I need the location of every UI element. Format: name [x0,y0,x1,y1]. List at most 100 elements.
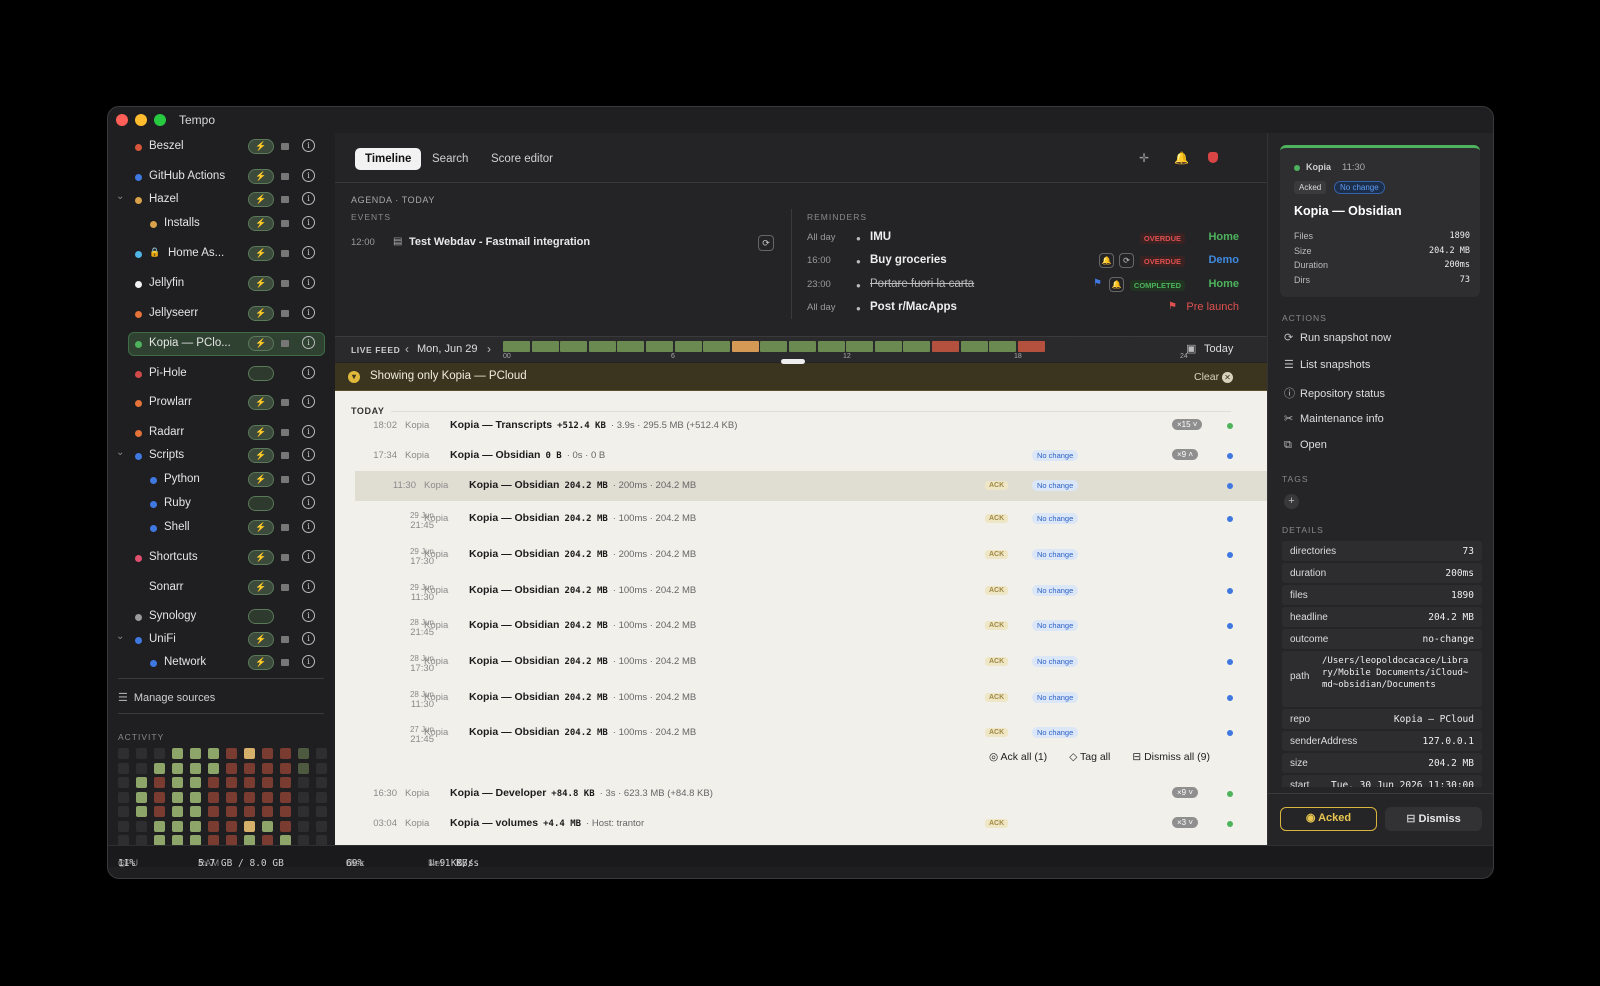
hour-bar[interactable] [531,341,559,352]
group-count-badge[interactable]: ×15 ˅ [1172,419,1203,430]
run-toggle[interactable]: ⚡ [248,472,274,487]
run-toggle[interactable] [248,609,274,624]
run-toggle[interactable]: ⚡ [248,580,274,595]
run-toggle[interactable]: ⚡ [248,246,274,261]
info-icon[interactable]: i [302,580,315,593]
hour-bar[interactable] [674,341,702,352]
run-toggle[interactable]: ⚡ [248,306,274,321]
feed-row[interactable]: 18:02 Kopia Kopia — Transcripts +512.4 KB · … [335,411,1267,441]
info-icon[interactable]: i [302,216,315,229]
sidebar-item-radarr[interactable]: Radarr ⚡ i [108,421,334,445]
run-toggle[interactable]: ⚡ [248,448,274,463]
sidebar-item-synology[interactable]: Synology i [108,605,334,629]
hour-bar[interactable] [903,341,931,352]
run-toggle[interactable]: ⚡ [248,169,274,184]
reminder-item[interactable]: 23:00 ● Portare fuori la carta Home COMPLETE… [807,276,1267,296]
action-run-snapshot-now[interactable]: ⟳ Run snapshot now [1284,331,1391,344]
sync-icon[interactable]: ⟳ [758,235,774,251]
feed-row[interactable]: 29 Jun 11:30 Kopia Kopia — Obsidian 204.2 MB… [335,576,1267,606]
ack-badge[interactable]: ACK [985,728,1009,737]
hour-bar[interactable] [846,341,874,352]
feed-row[interactable]: 29 Jun 21:45 Kopia Kopia — Obsidian 204.2 MB… [335,504,1267,534]
info-icon[interactable]: i [302,472,315,485]
feed-row[interactable]: 11:30 Kopia Kopia — Obsidian 204.2 MB · 200m… [355,471,1267,501]
hour-bar[interactable] [1160,341,1188,352]
feed-row[interactable]: 29 Jun 17:30 Kopia Kopia — Obsidian 204.2 MB… [335,540,1267,570]
feed-row[interactable]: 27 Jun 21:45 Kopia Kopia — Obsidian 204.2 MB… [335,718,1267,748]
sidebar-item-home-as[interactable]: 🔒 Home As... ⚡ i [108,242,334,266]
info-icon[interactable]: i [302,139,315,152]
clear-filter-button[interactable]: Clear ✕ [1194,371,1234,383]
sidebar-item-pi-hole[interactable]: Pi-Hole i [108,362,334,386]
chevron-down-icon[interactable]: ⌄ [116,631,124,642]
ack-all-button[interactable]: ◎ Ack all (1) [989,751,1047,763]
action-list-snapshots[interactable]: ☰ List snapshots [1284,358,1370,371]
info-icon[interactable]: i [302,609,315,622]
sidebar-item-python[interactable]: Python ⚡ i [108,468,334,492]
chevron-down-icon[interactable]: ⌄ [116,447,124,458]
info-icon[interactable]: i [302,395,315,408]
run-toggle[interactable]: ⚡ [248,550,274,565]
info-icon[interactable]: i [302,550,315,563]
hour-bar[interactable] [1075,341,1102,352]
info-icon[interactable]: i [302,306,315,319]
info-icon[interactable]: i [302,520,315,533]
sidebar-item-installs[interactable]: Installs ⚡ i [108,212,334,236]
chevron-down-icon[interactable]: ⌄ [116,191,124,202]
ack-badge[interactable]: ACK [985,621,1009,630]
sidebar-item-jellyfin[interactable]: Jellyfin ⚡ i [108,272,334,296]
hour-bar[interactable] [646,341,673,352]
run-toggle[interactable]: ⚡ [248,520,274,535]
info-icon[interactable]: i [302,496,315,509]
next-day-button[interactable]: › [487,342,491,356]
hour-bar[interactable] [731,341,759,352]
sidebar-item-sonarr[interactable]: Sonarr ⚡ i [108,576,334,600]
sidebar-item-unifi[interactable]: ⌄ UniFi ⚡ i [108,628,334,652]
hour-bar[interactable] [588,341,616,352]
add-tag-button[interactable]: + [1284,494,1299,509]
hour-bar[interactable] [617,341,645,352]
hour-bar[interactable] [760,341,788,352]
resize-handle[interactable] [781,359,805,364]
sidebar-item-scripts[interactable]: ⌄ Scripts ⚡ i [108,444,334,468]
hour-bar[interactable] [817,341,845,352]
hour-bar[interactable] [1046,341,1074,352]
feed-row[interactable]: 17:34 Kopia Kopia — Obsidian 0 B · 0s · 0 B N… [335,441,1267,471]
info-icon[interactable]: i [302,336,315,349]
bell-icon[interactable]: 🔔 [1174,151,1189,165]
reminder-item[interactable]: All day ● IMU Home OVERDUE [807,229,1267,249]
ack-badge[interactable]: ACK [985,586,1009,595]
today-button[interactable]: Today [1204,343,1233,355]
feed-row[interactable]: 16:30 Kopia Kopia — Developer +84.8 KB · 3s … [335,779,1267,809]
sidebar-item-prowlarr[interactable]: Prowlarr ⚡ i [108,391,334,415]
action-open[interactable]: ⧉ Open [1284,439,1327,452]
feed-row[interactable]: 03:04 Kopia Kopia — volumes +4.4 MB · Host: … [335,809,1267,839]
run-toggle[interactable] [248,496,274,511]
ack-badge[interactable]: ACK [985,514,1009,523]
minimize-window-button[interactable] [135,114,147,126]
hour-bar[interactable] [960,341,988,352]
tab-score-editor[interactable]: Score editor [481,148,563,170]
ack-badge[interactable]: ACK [985,481,1009,490]
ack-badge[interactable]: ACK [985,657,1009,666]
reminder-item[interactable]: All day ● Post r/MacApps Pre launch ⚑ [807,299,1267,319]
run-toggle[interactable]: ⚡ [248,395,274,410]
sidebar-item-ruby[interactable]: Ruby i [108,492,334,516]
tab-search[interactable]: Search [422,148,478,170]
ack-badge[interactable]: ACK [985,819,1009,828]
run-toggle[interactable]: ⚡ [248,192,274,207]
feed-row[interactable]: 28 Jun 11:30 Kopia Kopia — Obsidian 204.2 MB… [335,683,1267,713]
zoom-window-button[interactable] [154,114,166,126]
group-count-badge[interactable]: ×9 ˅ [1172,787,1199,798]
info-icon[interactable]: i [302,448,315,461]
tab-timeline[interactable]: Timeline [355,148,422,170]
sidebar-item-github-actions[interactable]: GitHub Actions ⚡ i [108,165,334,189]
sidebar-item-hazel[interactable]: ⌄ Hazel ⚡ i [108,188,334,212]
hour-bar[interactable] [789,341,816,352]
run-toggle[interactable]: ⚡ [248,276,274,291]
feed-row[interactable]: 28 Jun 17:30 Kopia Kopia — Obsidian 204.2 MB… [335,647,1267,677]
hour-bar[interactable] [1132,341,1160,352]
info-icon[interactable]: i [302,632,315,645]
sidebar-item-jellyseerr[interactable]: Jellyseerr ⚡ i [108,302,334,326]
ack-badge[interactable]: ACK [985,693,1009,702]
